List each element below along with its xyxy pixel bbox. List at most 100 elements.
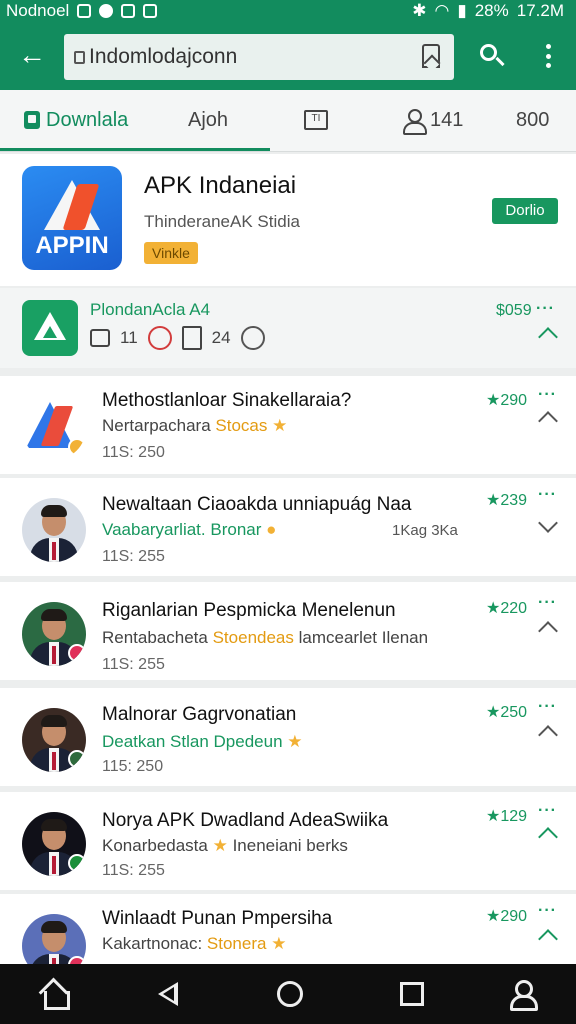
tab-users[interactable]: 141 bbox=[402, 90, 463, 150]
star-icon: ★ bbox=[212, 836, 228, 855]
lock-icon bbox=[74, 51, 85, 64]
list-item[interactable]: Malnorar Gagrvonatian Deatkan Stlan Dped… bbox=[0, 688, 576, 786]
record-icon bbox=[147, 326, 172, 350]
list-item[interactable]: Norya APK Dwadland AdeaSwiika Konarbedas… bbox=[0, 792, 576, 890]
item-meta: 11S: 250 bbox=[102, 444, 165, 461]
download-icon bbox=[24, 111, 40, 129]
more-dots-icon[interactable]: ··· bbox=[538, 486, 557, 504]
item-subtitle: Vaabaryarliat. Bronar ● bbox=[102, 520, 277, 539]
price-label: $059 bbox=[496, 302, 532, 319]
clock-icon bbox=[240, 326, 265, 350]
tab-label: 141 bbox=[430, 108, 464, 131]
item-title: Norya APK Dwadland AdeaSwiika bbox=[102, 810, 389, 831]
more-dots-icon[interactable]: ··· bbox=[536, 300, 555, 318]
chevron-up-icon[interactable] bbox=[538, 929, 558, 949]
chevron-up-icon[interactable] bbox=[538, 327, 558, 347]
system-navigation-bar bbox=[0, 964, 576, 1024]
more-dots-icon[interactable]: ··· bbox=[538, 386, 557, 404]
back-icon[interactable] bbox=[154, 978, 186, 1010]
item-title: Riganlarian Pespmicka Menelenun bbox=[102, 600, 396, 621]
tab-label: Ajoh bbox=[188, 108, 229, 131]
pinned-app-row[interactable]: PlondanAcla A4 11 24 $059 ··· bbox=[0, 288, 576, 368]
app-logo-icon: APPIN bbox=[22, 166, 122, 270]
url-bar[interactable]: Indomlodajconn bbox=[64, 34, 454, 80]
item-title: Winlaadt Punan Pmpersiha bbox=[102, 908, 333, 929]
carrier-label: Nodnoel bbox=[6, 1, 70, 20]
tab-apps[interactable]: Ajoh bbox=[188, 90, 228, 150]
chevron-up-icon[interactable] bbox=[538, 621, 558, 641]
more-dots-icon[interactable]: ··· bbox=[538, 594, 557, 612]
browser-toolbar: ← Indomlodajconn bbox=[0, 22, 576, 90]
star-icon: ★ bbox=[271, 934, 287, 953]
avatar bbox=[22, 708, 86, 772]
tab-downloads[interactable]: Downlala bbox=[24, 90, 128, 150]
calendar-icon bbox=[90, 329, 110, 347]
price-label: ★129 bbox=[486, 808, 528, 825]
item-subtitle: Deatkan Stlan Dpedeun ★ bbox=[102, 732, 303, 751]
tab-files[interactable]: TI bbox=[304, 90, 330, 150]
recents-icon[interactable] bbox=[396, 978, 428, 1010]
item-meta: 115: 250 bbox=[102, 758, 164, 775]
price-label: ★250 bbox=[486, 704, 528, 721]
tab-bar: Downlala Ajoh TI 141 800 bbox=[0, 90, 576, 152]
more-dots-icon[interactable]: ··· bbox=[538, 802, 557, 820]
item-subtitle: Rentabacheta Stoendeas lamcearlet Ilenan bbox=[102, 628, 429, 647]
avatar bbox=[22, 812, 86, 876]
list-item[interactable]: Methostlanloar Sinakellaraia? Nertarpach… bbox=[0, 376, 576, 474]
image-notification-icon bbox=[121, 4, 136, 18]
chevron-up-icon[interactable] bbox=[538, 411, 558, 431]
status-bar: Nodnoel ✱ ◠ ▮ 28% 17.2M bbox=[0, 0, 576, 22]
item-title: Malnorar Gagrvonatian bbox=[102, 704, 297, 725]
more-dots-icon[interactable]: ··· bbox=[538, 902, 557, 920]
chevron-up-icon[interactable] bbox=[538, 725, 558, 745]
circle-home-icon[interactable] bbox=[274, 978, 306, 1010]
featured-badge: Vinkle bbox=[144, 242, 198, 264]
tab-count[interactable]: 800 bbox=[516, 90, 549, 150]
item-subtitle: Kakartnonac: Stonera ★ bbox=[102, 934, 287, 953]
tab-label: Downlala bbox=[46, 108, 129, 131]
bookmark-icon[interactable] bbox=[422, 44, 440, 68]
tab-label: 800 bbox=[516, 108, 550, 131]
featured-subtitle: ThinderaneAK Stidia bbox=[144, 212, 300, 231]
chevron-up-icon[interactable] bbox=[538, 827, 558, 847]
search-icon[interactable] bbox=[478, 42, 506, 70]
item-title: Methostlanloar Sinakellaraia? bbox=[102, 390, 352, 411]
active-tab-indicator bbox=[0, 148, 270, 151]
item-subtitle: Konarbedasta ★ Ineneiani berks bbox=[102, 836, 348, 855]
file-icon bbox=[181, 326, 202, 350]
profile-icon[interactable] bbox=[508, 978, 540, 1011]
star-icon: ● bbox=[266, 520, 277, 539]
item-meta: 11S: 255 bbox=[102, 548, 165, 565]
clock-label: 17.2M bbox=[516, 1, 564, 20]
item-subtitle: Nertarpachara Stocas ★ bbox=[102, 416, 288, 435]
featured-title: APK Indaneiai bbox=[144, 172, 297, 199]
avatar bbox=[22, 498, 86, 562]
back-arrow-icon[interactable]: ← bbox=[16, 40, 48, 72]
item-extra: 1Kag 3Ka bbox=[392, 522, 458, 539]
featured-action-button[interactable]: Dorlio bbox=[492, 198, 558, 224]
list-item[interactable]: Winlaadt Punan Pmpersiha Kakartnonac: St… bbox=[0, 894, 576, 964]
app-logo-icon bbox=[22, 300, 78, 356]
avatar bbox=[22, 914, 86, 964]
price-label: ★290 bbox=[486, 392, 528, 409]
star-icon: ★ bbox=[272, 416, 288, 435]
price-label: ★239 bbox=[486, 492, 528, 509]
box-icon: TI bbox=[304, 110, 328, 130]
more-options-icon[interactable] bbox=[536, 42, 560, 70]
list-item[interactable]: Riganlarian Pespmicka Menelenun Rentabac… bbox=[0, 582, 576, 680]
list-item[interactable]: Newaltaan Ciaoakda unniapuág Naa Vaabary… bbox=[0, 478, 576, 576]
url-text: Indomlodajconn bbox=[89, 45, 238, 68]
featured-app-card[interactable]: APPIN APK Indaneiai ThinderaneAK Stidia … bbox=[0, 154, 576, 286]
item-meta: 11S: 255 bbox=[102, 862, 165, 879]
person-icon bbox=[402, 109, 427, 135]
gallery-notification-icon bbox=[77, 4, 92, 18]
item-meta: 11S: 255 bbox=[102, 656, 165, 673]
app-logo-icon bbox=[22, 396, 86, 460]
more-dots-icon[interactable]: ··· bbox=[538, 698, 557, 716]
avatar bbox=[22, 602, 86, 666]
app-notification-icon bbox=[143, 4, 158, 18]
home-icon[interactable] bbox=[38, 978, 70, 1010]
chevron-down-icon[interactable] bbox=[538, 513, 558, 533]
pinned-stats: 11 24 bbox=[90, 326, 265, 350]
signal-icon: ▮ bbox=[457, 1, 467, 20]
